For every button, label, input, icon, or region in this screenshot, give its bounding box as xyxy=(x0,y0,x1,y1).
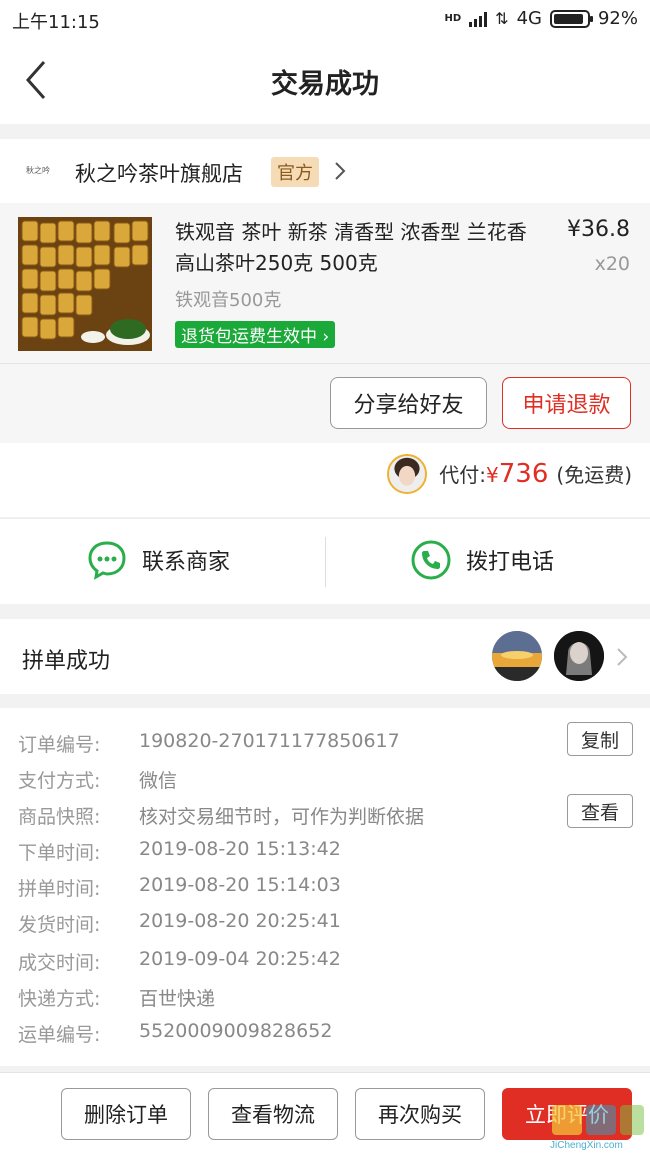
detail-row-group-time: 拼单时间: 2019-08-20 15:14:03 xyxy=(18,874,341,901)
buy-again-button[interactable]: 再次购买 xyxy=(355,1088,485,1140)
status-bar: 上午11:15 HD ⇅ 4G 92% xyxy=(0,0,650,38)
status-indicators: HD ⇅ 4G 92% xyxy=(445,8,639,29)
group-status: 拼单成功 xyxy=(22,649,111,674)
view-snapshot-button[interactable]: 查看 xyxy=(567,794,633,828)
watermark-logo xyxy=(552,1105,644,1135)
detail-value: 190820-270171177850617 xyxy=(139,730,400,752)
shop-name: 秋之吟茶叶旗舰店 xyxy=(75,162,243,186)
chevron-right-icon xyxy=(335,162,346,180)
detail-key: 支付方式: xyxy=(18,770,101,792)
detail-value: 2019-09-04 20:25:42 xyxy=(139,948,341,970)
official-tag: 官方 xyxy=(271,157,319,187)
group-row[interactable]: 拼单成功 xyxy=(0,619,650,694)
payment-label: 代付: xyxy=(439,463,487,487)
call-phone-button[interactable]: 拨打电话 xyxy=(410,539,554,581)
group-member-avatar xyxy=(492,631,542,681)
detail-value: 微信 xyxy=(139,770,178,792)
detail-value: 核对交易细节时，可作为判断依据 xyxy=(139,806,425,828)
battery-icon xyxy=(549,9,593,28)
badge-chevron-icon: › xyxy=(317,327,330,347)
product-image xyxy=(18,217,152,351)
detail-key: 拼单时间: xyxy=(18,878,101,900)
group-member-avatar xyxy=(554,631,604,681)
payment-row: 代付: ¥ 736 (免运费) xyxy=(0,443,650,517)
delete-order-button[interactable]: 删除订单 xyxy=(61,1088,191,1140)
detail-row-order-time: 下单时间: 2019-08-20 15:13:42 xyxy=(18,838,341,865)
bottom-action-bar: 删除订单 查看物流 再次购买 立即评价 JiChengXin.com xyxy=(0,1072,650,1155)
payer-avatar xyxy=(387,454,427,494)
shipping-note: (免运费) xyxy=(556,463,632,487)
chevron-right-icon xyxy=(617,648,628,666)
watermark-text: JiChengXin.com xyxy=(550,1140,623,1151)
product-price: ¥36.8 xyxy=(567,217,630,242)
call-phone-label: 拨打电话 xyxy=(466,550,555,575)
detail-key: 成交时间: xyxy=(18,952,101,974)
detail-value: 2019-08-20 15:13:42 xyxy=(139,838,341,860)
page-header: 交易成功 xyxy=(0,38,650,124)
battery-percent: 92% xyxy=(597,8,638,29)
view-logistics-button[interactable]: 查看物流 xyxy=(208,1088,338,1140)
contact-row: 联系商家 拨打电话 xyxy=(0,518,650,604)
detail-key: 运单编号: xyxy=(18,1024,101,1046)
data-arrows-icon: ⇅ xyxy=(495,9,509,28)
detail-key: 快递方式: xyxy=(18,988,101,1010)
detail-value: 2019-08-20 15:14:03 xyxy=(139,874,341,896)
detail-row-payment-method: 支付方式: 微信 xyxy=(18,766,177,793)
shop-logo: 秋之吟 xyxy=(26,166,50,175)
signal-icon xyxy=(469,11,488,27)
page-title: 交易成功 xyxy=(271,69,379,100)
chat-bubble-icon xyxy=(88,541,126,580)
product-card[interactable]: 铁观音 茶叶 新茶 清香型 浓香型 兰花香 高山茶叶250克 500克 ¥36.… xyxy=(0,203,650,363)
return-shipping-badge[interactable]: 退货包运费生效中 › xyxy=(175,321,336,348)
detail-row-courier: 快递方式: 百世快递 xyxy=(18,984,215,1011)
order-details: 订单编号: 190820-270171177850617 复制 支付方式: 微信… xyxy=(0,708,650,1066)
contact-merchant-label: 联系商家 xyxy=(142,550,231,575)
badge-label: 退货包运费生效中 xyxy=(181,327,317,347)
phone-icon xyxy=(411,540,451,580)
detail-key: 订单编号: xyxy=(18,734,101,756)
detail-row-tracking-number: 运单编号: 5520009009828652 xyxy=(18,1020,332,1047)
detail-value: 2019-08-20 20:25:41 xyxy=(139,910,341,932)
contact-merchant-button[interactable]: 联系商家 xyxy=(86,539,230,581)
detail-row-deal-time: 成交时间: 2019-09-04 20:25:42 xyxy=(18,948,341,975)
product-title[interactable]: 铁观音 茶叶 新茶 清香型 浓香型 兰花香 高山茶叶250克 500克 xyxy=(175,217,545,279)
detail-value: 百世快递 xyxy=(139,988,216,1010)
contact-divider xyxy=(325,537,326,587)
share-button[interactable]: 分享给好友 xyxy=(330,377,487,429)
payment-summary: 代付: ¥ 736 (免运费) xyxy=(439,459,632,489)
order-actions: 分享给好友 申请退款 xyxy=(0,363,650,443)
site-watermark: JiChengXin.com xyxy=(528,1101,648,1151)
product-spec: 铁观音500克 xyxy=(175,290,282,311)
detail-value: 5520009009828652 xyxy=(139,1020,333,1042)
payment-currency: ¥ xyxy=(486,463,499,487)
detail-row-snapshot: 商品快照: 核对交易细节时，可作为判断依据 xyxy=(18,802,424,829)
network-type: 4G xyxy=(516,8,542,29)
detail-key: 下单时间: xyxy=(18,842,101,864)
refund-button[interactable]: 申请退款 xyxy=(502,377,631,429)
copy-button[interactable]: 复制 xyxy=(567,722,633,756)
shop-row[interactable]: 秋之吟 秋之吟茶叶旗舰店 官方 xyxy=(0,139,650,203)
detail-key: 发货时间: xyxy=(18,914,101,936)
detail-row-order-number: 订单编号: 190820-270171177850617 xyxy=(18,730,400,757)
detail-key: 商品快照: xyxy=(18,806,101,828)
hd-label: HD xyxy=(444,13,462,24)
status-time: 上午11:15 xyxy=(12,12,100,33)
detail-row-ship-time: 发货时间: 2019-08-20 20:25:41 xyxy=(18,910,341,937)
product-quantity: x20 xyxy=(594,253,630,275)
payment-amount: 736 xyxy=(498,459,549,489)
